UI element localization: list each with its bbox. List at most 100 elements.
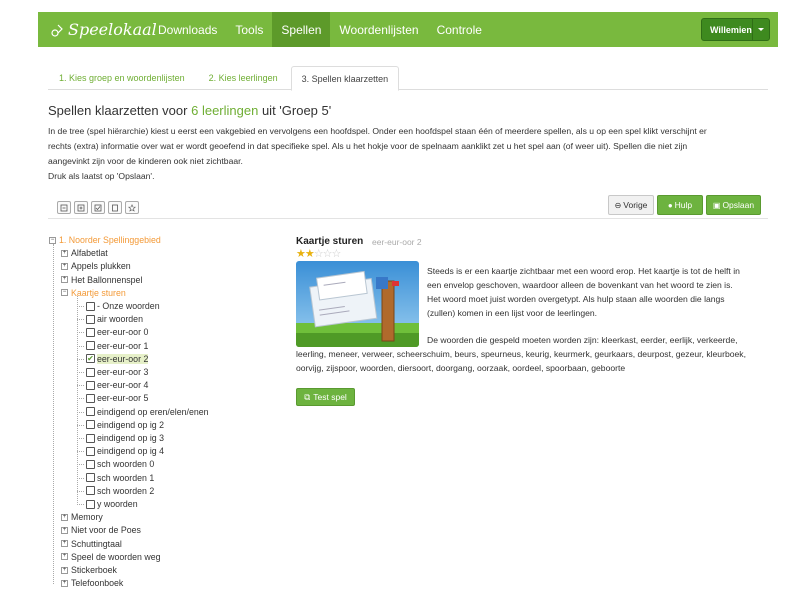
tree-subgame-node[interactable]: eer-eur-oor 4 <box>86 379 148 391</box>
game-checkbox[interactable] <box>86 420 95 430</box>
nav-downloads[interactable]: Downloads <box>149 12 226 47</box>
tree-node-label: Speel de woorden weg <box>71 551 161 562</box>
game-checkbox[interactable] <box>86 380 95 390</box>
expand-node-icon[interactable]: + <box>61 249 68 257</box>
tree-subgame-node[interactable]: air woorden <box>86 313 143 325</box>
tree-subgame-node[interactable]: eindigend op ig 2 <box>86 419 164 431</box>
logo-icon <box>50 22 66 38</box>
star-empty-icon: ☆ <box>322 248 333 260</box>
expand-node-icon[interactable]: + <box>61 513 68 521</box>
tree-subgame-node[interactable]: eindigend op ig 3 <box>86 432 164 444</box>
game-checkbox[interactable] <box>86 341 95 351</box>
tree-game-node[interactable]: + Memory <box>61 511 103 523</box>
tab-spellen-klaarzetten[interactable]: 3. Spellen klaarzetten <box>290 66 400 91</box>
game-checkbox[interactable] <box>86 446 95 456</box>
tree-node-label: Kaartje sturen <box>71 287 126 298</box>
vorige-button[interactable]: ⊖ Vorige <box>608 195 654 215</box>
game-checkbox[interactable] <box>86 301 95 311</box>
title-count: 6 leerlingen <box>191 103 259 118</box>
game-checkbox[interactable] <box>86 367 95 377</box>
tree-subgame-node[interactable]: sch woorden 2 <box>86 485 154 497</box>
tree-guide-line <box>77 385 84 387</box>
tree-subgame-node[interactable]: eer-eur-oor 5 <box>86 392 148 404</box>
tree-node-label: Stickerboek <box>71 565 117 575</box>
nav-tools[interactable]: Tools <box>226 12 272 47</box>
tree-node-label: Alfabetlat <box>71 248 108 259</box>
expand-icon[interactable] <box>74 201 88 214</box>
user-menu-button[interactable]: Willemien <box>701 18 770 41</box>
tree-subgame-node[interactable]: eindigend op ig 4 <box>86 445 164 457</box>
collapse-node-icon[interactable]: − <box>61 289 68 297</box>
user-name: Willemien <box>710 24 752 35</box>
tree-subgame-node[interactable]: y woorden <box>86 498 138 510</box>
tree-subgame-node[interactable]: ✔ eer-eur-oor 2 <box>86 353 149 365</box>
test-spel-button[interactable]: ⧉ Test spel <box>296 388 355 406</box>
expand-node-icon[interactable]: + <box>61 276 68 284</box>
tree-game-node[interactable]: + Alfabetlat <box>61 247 108 259</box>
expand-node-icon[interactable]: + <box>61 526 68 534</box>
tree-node-label: sch woorden 2 <box>97 485 155 496</box>
game-checkbox[interactable] <box>86 433 95 443</box>
expand-node-icon[interactable]: + <box>61 579 68 587</box>
tree-game-node[interactable]: + Stickerboek <box>61 564 117 576</box>
game-checkbox[interactable] <box>86 486 95 496</box>
expand-node-icon[interactable]: + <box>61 566 68 574</box>
tree-node-label: eindigend op ig 3 <box>97 433 165 443</box>
checkbox-checked-icon[interactable]: ✔ <box>86 354 95 364</box>
expand-node-icon[interactable]: + <box>61 262 68 270</box>
game-checkbox[interactable] <box>86 499 95 509</box>
star-filled-icon: ★ <box>304 248 315 260</box>
game-checkbox[interactable] <box>86 393 95 403</box>
hulp-button[interactable]: ● Hulp <box>657 195 703 215</box>
opslaan-button[interactable]: ▣ Opslaan <box>706 195 761 215</box>
tree-subgame-node[interactable]: eer-eur-oor 3 <box>86 366 148 378</box>
expand-node-icon[interactable]: + <box>61 540 68 548</box>
collapse-icon[interactable] <box>57 201 71 214</box>
collapse-node-icon[interactable]: − <box>49 236 56 244</box>
tree-game-node[interactable]: + Speel de woorden weg <box>61 551 161 563</box>
tree-node-label: eer-eur-oor 3 <box>97 367 149 377</box>
tree-subgame-node[interactable]: eer-eur-oor 0 <box>86 326 148 338</box>
tree-node-label: eer-eur-oor 4 <box>97 380 149 391</box>
check-all-icon[interactable] <box>91 201 105 214</box>
game-checkbox[interactable] <box>86 407 95 417</box>
tree-guide-line <box>77 306 84 307</box>
tree-game-node[interactable]: + Het Ballonnenspel <box>61 274 142 286</box>
game-checkbox[interactable] <box>86 473 95 483</box>
game-checkbox[interactable] <box>86 327 95 337</box>
tree-game-node[interactable]: + Niet voor de Poes <box>61 524 141 536</box>
tree-node-label: Telefoonboek <box>71 578 124 589</box>
tree-guide-line <box>77 490 84 492</box>
tree-subgame-node[interactable]: sch woorden 0 <box>86 458 154 470</box>
tab-kies-groep[interactable]: 1. Kies groep en woordenlijsten <box>48 66 196 90</box>
tree-guide-line <box>77 296 78 506</box>
tree-game-node[interactable]: + Appels plukken <box>61 260 131 272</box>
tree-root-node[interactable]: −1. Noorder Spellinggebied <box>49 234 161 246</box>
star-filled-icon: ★ <box>296 248 306 260</box>
nav-controle[interactable]: Controle <box>428 12 491 47</box>
expand-node-icon[interactable]: + <box>61 553 68 561</box>
tree-game-node-open[interactable]: − Kaartje sturen <box>61 287 126 299</box>
user-menu-toggle[interactable] <box>752 19 769 40</box>
nav-spellen[interactable]: Spellen <box>272 12 331 47</box>
game-subtitle: eer-eur-oor 2 <box>372 237 422 247</box>
tree-game-node[interactable]: + Telefoonboek <box>61 577 123 589</box>
tree-guide-line <box>77 451 84 453</box>
tree-guide-line <box>77 464 84 466</box>
game-checkbox[interactable] <box>86 314 95 324</box>
tree-guide-line <box>77 358 84 360</box>
page-title: Spellen klaarzetten voor 6 leerlingen ui… <box>48 103 331 118</box>
app-logo[interactable]: Speelokaal <box>50 12 157 47</box>
tab-kies-leerlingen[interactable]: 2. Kies leerlingen <box>198 66 289 90</box>
game-checkbox[interactable] <box>86 459 95 469</box>
tree-subgame-node[interactable]: eer-eur-oor 1 <box>86 340 148 352</box>
star-icon[interactable] <box>125 201 139 214</box>
tree-subgame-node[interactable]: - Onze woorden <box>86 300 160 312</box>
uncheck-icon[interactable] <box>108 201 122 214</box>
tree-subgame-node[interactable]: sch woorden 1 <box>86 472 154 484</box>
star-empty-icon: ☆ <box>313 248 324 260</box>
nav-woordenlijsten[interactable]: Woordenlijsten <box>330 12 427 47</box>
tree-toolbar <box>57 201 142 214</box>
tree-subgame-node[interactable]: eindigend op eren/elen/enen <box>86 406 209 418</box>
tree-game-node[interactable]: + Schuttingtaal <box>61 538 122 550</box>
